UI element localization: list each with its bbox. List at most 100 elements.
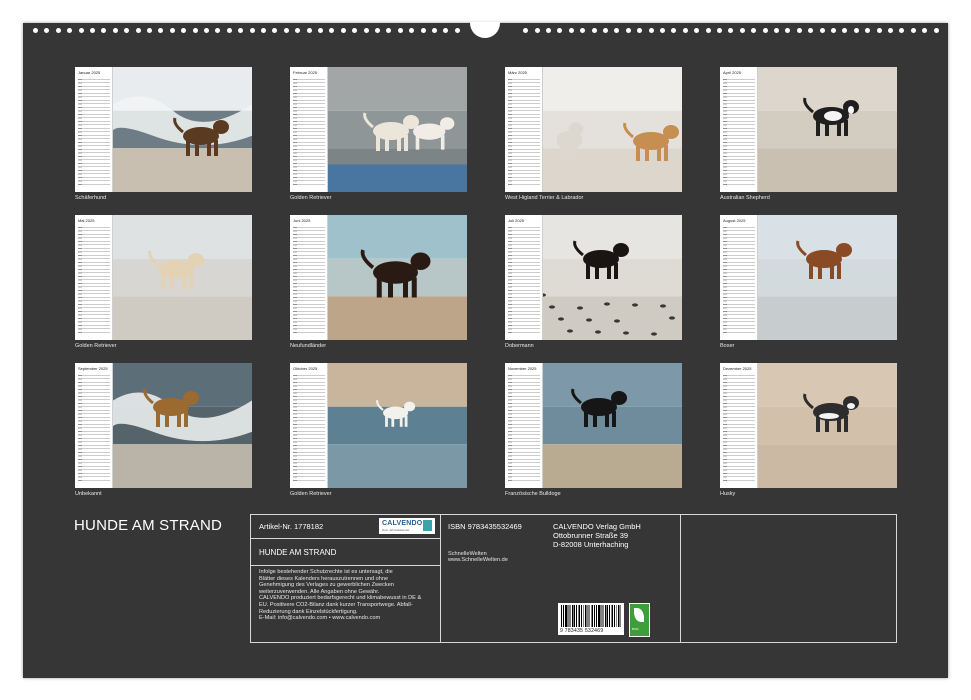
- binding-hole: [226, 28, 232, 33]
- photo-frame: [328, 215, 467, 340]
- binding-hole: [774, 28, 779, 33]
- month-preview: Juni 2025 Neufundländer: [290, 215, 467, 349]
- binding-hole: [192, 28, 198, 33]
- dog-photo: [113, 215, 252, 340]
- month-label: Januar 2025: [78, 70, 101, 75]
- binding-hole: [933, 28, 939, 33]
- binding-hole: [340, 28, 346, 33]
- photo-frame: [543, 363, 682, 488]
- day-numbers: [723, 79, 727, 187]
- binding-hole: [169, 28, 175, 33]
- dog-photo: [758, 363, 897, 488]
- binding-hole: [238, 28, 244, 33]
- month-preview: Mai 2025 Golden Retriever: [75, 215, 252, 349]
- binding-hole: [728, 28, 734, 33]
- calendar-strip: Januar 2025: [75, 67, 113, 192]
- month-label: Februar 2025: [293, 70, 318, 75]
- photo-rock: [651, 332, 657, 336]
- dog-photo: [328, 67, 467, 192]
- dog-photo: [758, 215, 897, 340]
- binding-hole: [147, 28, 152, 33]
- calendar-strip: Dezember 2025: [720, 363, 758, 488]
- breed-caption: Unbekannt: [75, 491, 102, 497]
- eco-label-icon: eco: [629, 603, 650, 637]
- photo-sky: [758, 363, 897, 407]
- photo-frame: [758, 215, 897, 340]
- photo-rock: [614, 319, 620, 323]
- breed-caption: Australian Shepherd: [720, 195, 770, 201]
- day-lines: [508, 79, 540, 187]
- legal-line: Reduzierung dank Einzelstückfertigung.: [259, 608, 358, 615]
- binding-hole: [888, 28, 893, 33]
- month-thumbnail: Juli 2025: [505, 215, 682, 340]
- month-label: März 2025: [508, 70, 527, 75]
- day-lines: [293, 375, 325, 483]
- binding-hole: [352, 28, 358, 33]
- month-label: November 2025: [508, 366, 537, 371]
- photo-sand: [758, 444, 897, 488]
- binding-hole: [420, 28, 426, 33]
- photo-sand: [543, 296, 682, 340]
- legal-line: E-Mail: info@calvendo.com • www.calvendo…: [259, 615, 381, 622]
- month-preview: April 2025 Australian Shepherd: [720, 67, 897, 201]
- binding-hole: [409, 28, 415, 33]
- month-preview: November 2025 Französische Bulldoge: [505, 363, 682, 497]
- binding-hole: [796, 28, 802, 33]
- calendar-strip: Juni 2025: [290, 215, 328, 340]
- photo-rock: [669, 316, 675, 320]
- photo-sky: [543, 67, 682, 111]
- binding-hole: [249, 28, 255, 33]
- photo-frame: [543, 67, 682, 192]
- author-url: www.SchnelleWelten.de: [448, 557, 508, 563]
- breed-caption: Golden Retriever: [290, 195, 332, 201]
- binding-hole: [694, 28, 700, 33]
- calendar-strip: April 2025: [720, 67, 758, 192]
- month-thumbnail: Oktober 2025: [290, 363, 467, 488]
- day-numbers: [723, 227, 727, 335]
- photo-rock: [660, 304, 666, 308]
- day-numbers: [508, 227, 512, 335]
- month-thumbnail: August 2025: [720, 215, 897, 340]
- month-preview: Oktober 2025 Golden Retriever: [290, 363, 467, 497]
- binding-hole: [603, 28, 608, 33]
- binding-hole: [181, 28, 187, 33]
- photo-frame: [758, 363, 897, 488]
- binding-hole: [614, 28, 620, 33]
- month-label: Juli 2025: [508, 218, 525, 223]
- info-column-right: [681, 515, 896, 642]
- article-row: Artikel-Nr. 1778182 CALVENDO Dein Jahres…: [251, 515, 440, 539]
- month-preview: Juli 2025 Dobermann: [505, 215, 682, 349]
- month-preview: März 2025 West Higland Terrier & Labrado…: [505, 67, 682, 201]
- breed-caption: Schäferhund: [75, 195, 107, 201]
- binding-hole: [739, 28, 745, 33]
- month-preview: Januar 2025 Schäferhund: [75, 67, 252, 201]
- calendar-strip: Februar 2025: [290, 67, 328, 192]
- photo-sand: [543, 148, 682, 192]
- leaf-icon: [634, 608, 644, 622]
- barcode-digits: 9 783435 532469: [560, 628, 604, 634]
- eco-label-text: eco: [632, 626, 639, 631]
- binding-hole: [865, 28, 871, 33]
- binding-hole: [272, 28, 278, 33]
- binding-hole: [705, 28, 711, 33]
- binding-hole: [637, 28, 643, 33]
- month-thumbnail: Februar 2025: [290, 67, 467, 192]
- month-thumbnail: April 2025: [720, 67, 897, 192]
- day-lines: [78, 375, 110, 483]
- month-thumbnail: Dezember 2025: [720, 363, 897, 488]
- photo-rock: [567, 329, 573, 333]
- binding-hole: [90, 28, 95, 33]
- month-thumbnail: Juni 2025: [290, 215, 467, 340]
- legal-line: EU. Positivere CO2-Bilanz dank kurzer Tr…: [259, 601, 413, 608]
- calendar-title: HUNDE AM STRAND: [74, 517, 223, 534]
- binding-hole: [819, 28, 825, 33]
- barcode-bars: [561, 605, 621, 627]
- binding-hole: [204, 28, 209, 33]
- day-lines: [508, 375, 540, 483]
- photo-frame: [113, 67, 252, 192]
- legal-notice: Infolge bestehender Schutzrechte ist es …: [259, 569, 439, 622]
- binding-hole: [671, 28, 677, 33]
- breed-caption: Französische Bulldoge: [505, 491, 561, 497]
- binding-hole: [625, 28, 631, 33]
- day-numbers: [508, 375, 512, 483]
